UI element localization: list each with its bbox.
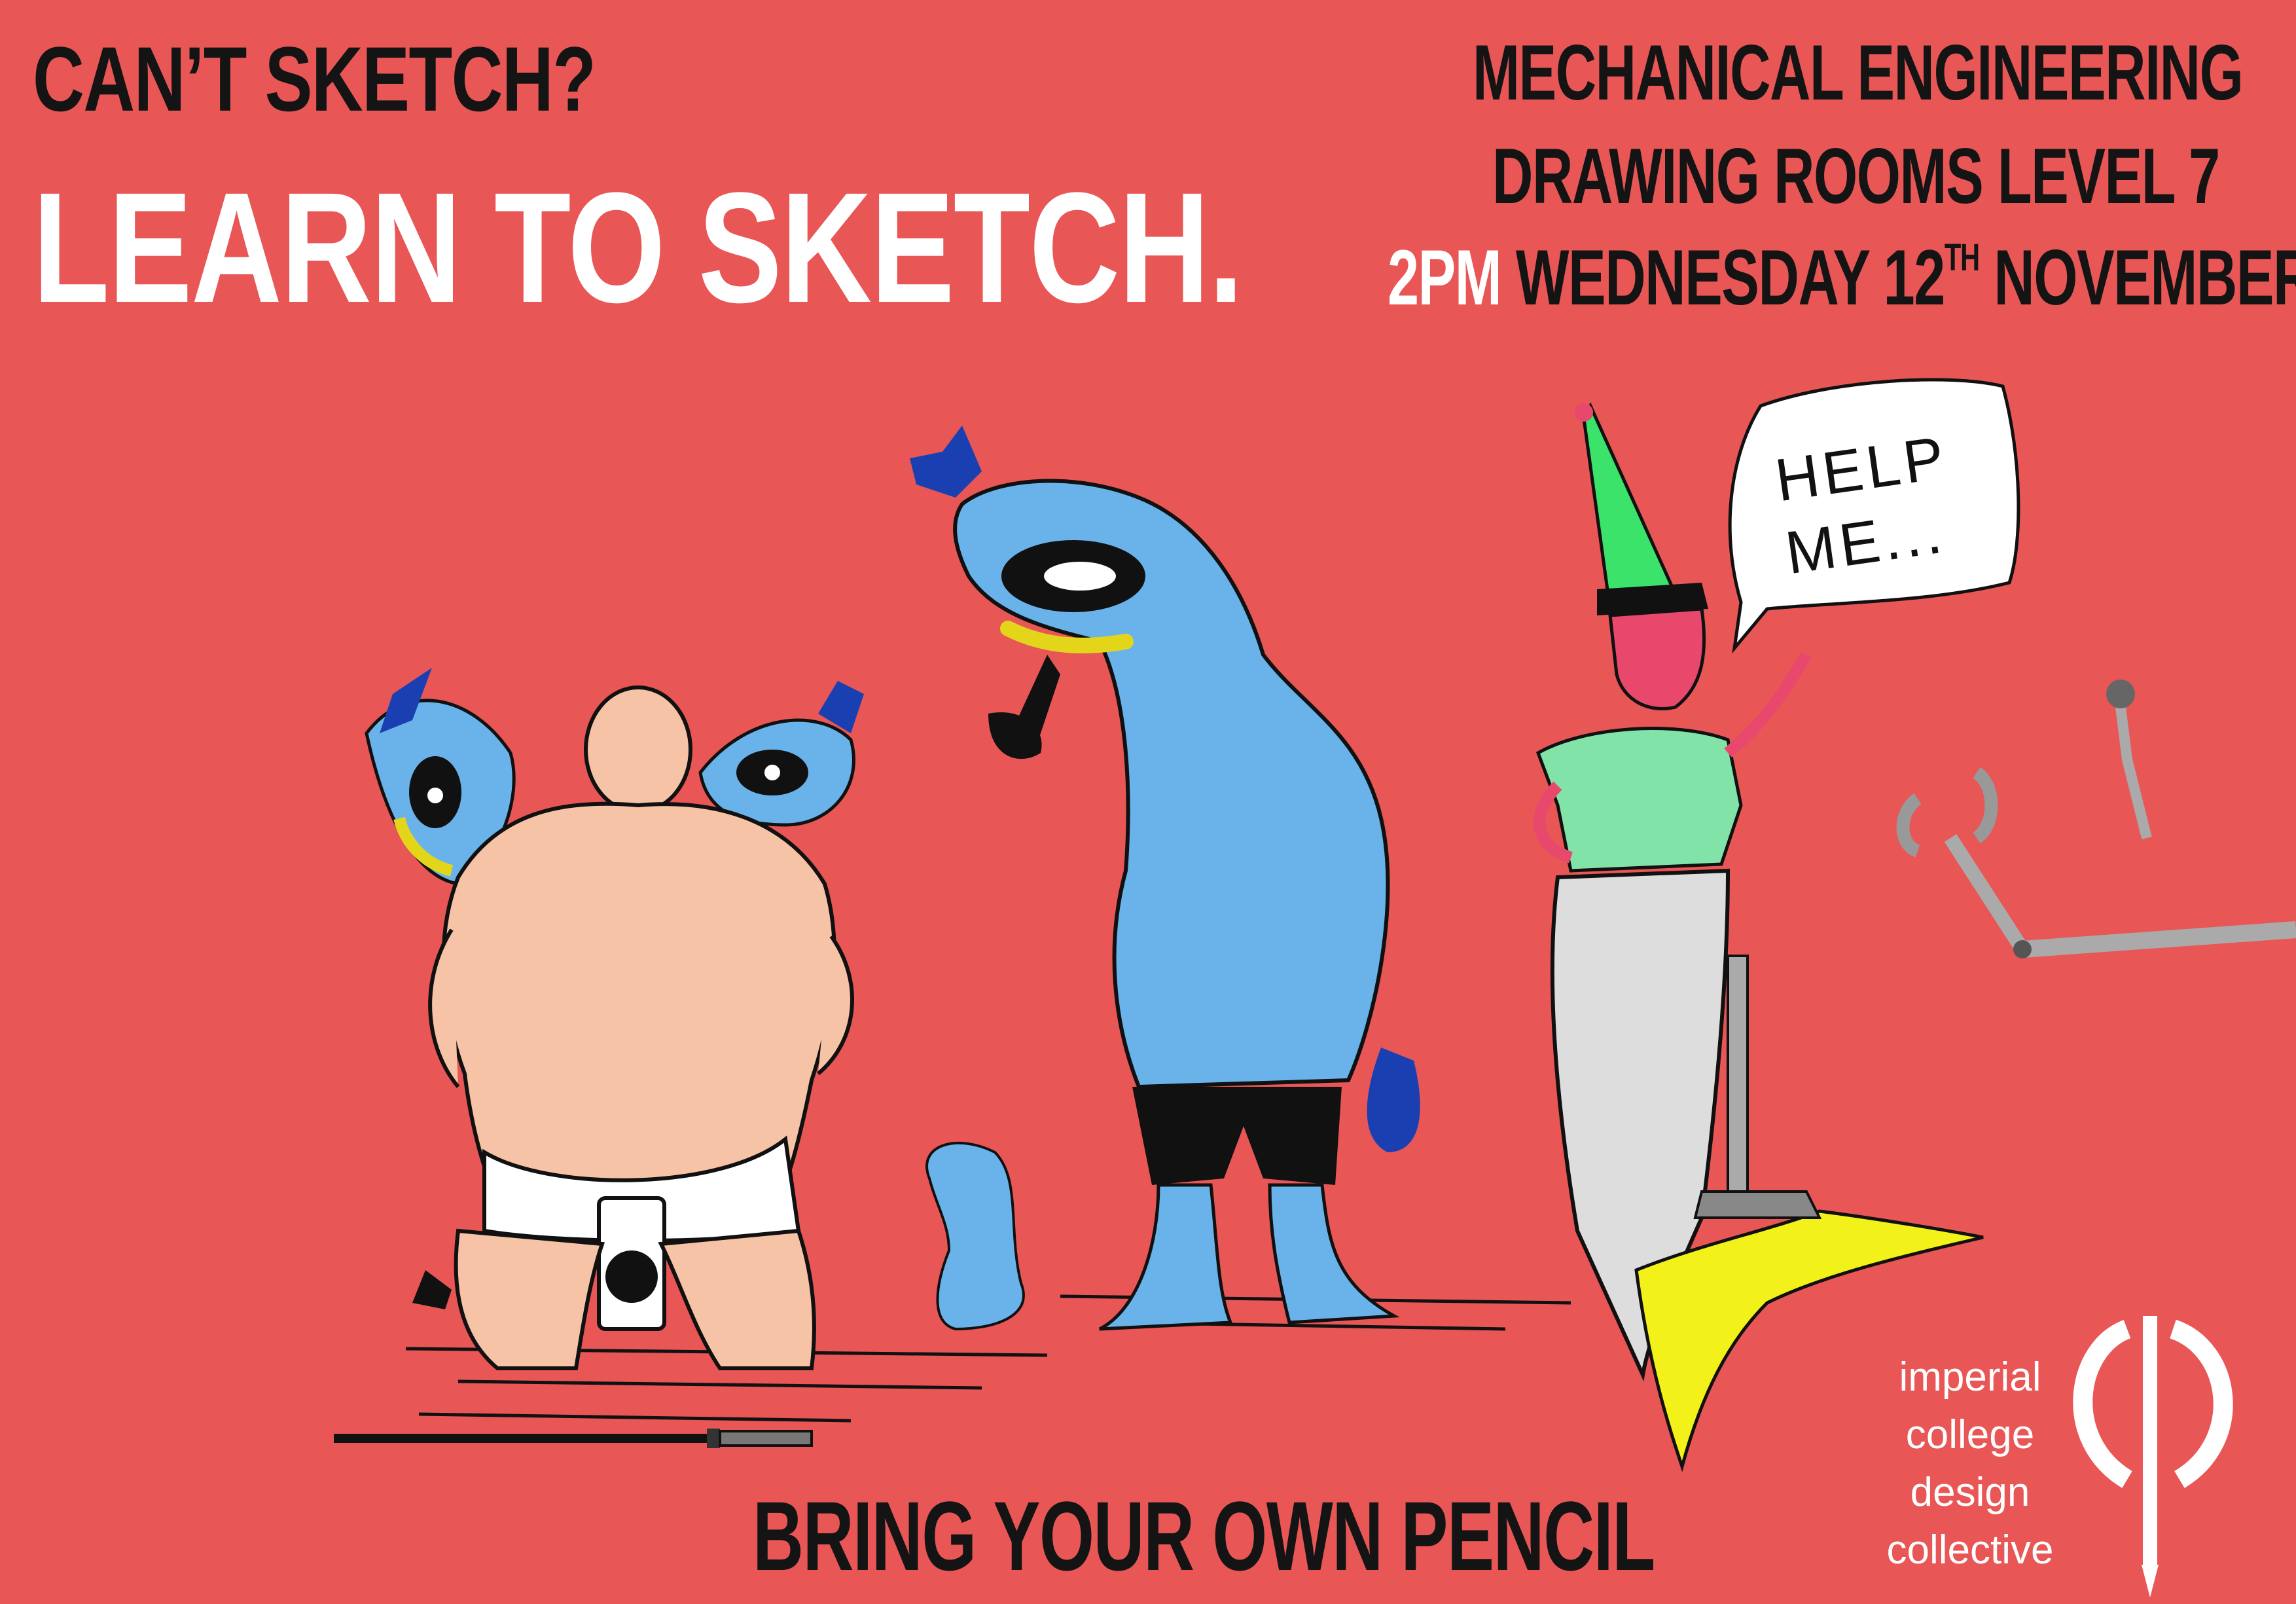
speech-bubble-text: HELP ME... (1771, 421, 1963, 591)
small-blue-blob (925, 1142, 1025, 1331)
logo-line-college: college (1905, 1412, 2035, 1457)
logo-line-collective: collective (1886, 1527, 2054, 1573)
bird-head-right (698, 681, 864, 827)
logo-line-imperial: imperial (1899, 1355, 2041, 1400)
poster: CAN’T SKETCH? LEARN TO SKETCH. MECHANICA… (0, 0, 2296, 1604)
design-collective-logo-text: imperial college design collective (1872, 1349, 2068, 1579)
katana-icon (334, 1429, 813, 1448)
design-collective-logo-icon (2073, 1316, 2233, 1597)
logo-line-design: design (1910, 1470, 2030, 1515)
robot-arm (1693, 680, 2296, 1219)
footer-note: BRING YOUR OWN PENCIL (753, 1481, 1655, 1591)
